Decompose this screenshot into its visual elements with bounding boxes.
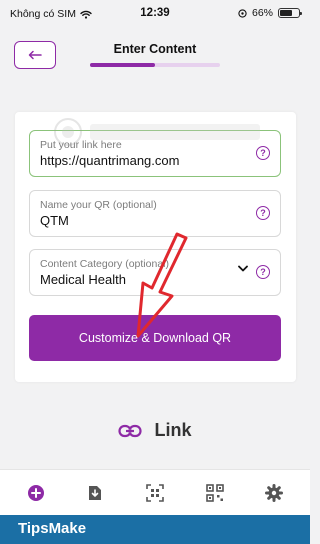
qr-name-field[interactable]: Name your QR (optional) QTM ? (29, 190, 281, 237)
bottom-tab-bar (0, 469, 310, 515)
plus-circle-icon[interactable] (27, 484, 45, 502)
back-button[interactable] (14, 41, 56, 69)
link-icon (118, 424, 143, 437)
battery-percent: 66% (251, 7, 273, 19)
qr-scan-icon[interactable] (146, 484, 164, 502)
qr-name-value: QTM (40, 213, 69, 228)
link-section: Link (0, 420, 310, 441)
qr-name-help-icon[interactable]: ? (256, 206, 270, 220)
step-progress-bar (90, 63, 220, 67)
category-help-icon[interactable]: ? (256, 265, 270, 279)
status-bar: Không có SIM 12:39 66% (0, 0, 310, 28)
battery-level (280, 10, 292, 16)
link-section-title: Link (154, 420, 192, 440)
link-help-icon[interactable]: ? (256, 146, 270, 160)
category-value: Medical Health (40, 272, 126, 287)
brand-logo-text: TipsMake (18, 520, 87, 537)
gear-icon[interactable] (265, 484, 283, 502)
status-right: 66% (238, 7, 302, 19)
customize-download-button[interactable]: Customize & Download QR (29, 315, 281, 361)
brand-footer: TipsMake (0, 515, 310, 544)
category-select[interactable]: Content Category (optional) Medical Heal… (29, 249, 281, 296)
download-doc-icon[interactable] (86, 484, 104, 502)
link-field-label: Put your link here (40, 139, 122, 151)
content-form-card: Put your link here https://quantrimang.c… (15, 112, 296, 382)
page-title: Enter Content (113, 42, 197, 56)
qr-grid-icon[interactable] (206, 484, 224, 502)
link-field-value: https://quantrimang.com (40, 153, 180, 168)
chevron-down-icon[interactable] (238, 265, 248, 272)
link-field[interactable]: Put your link here https://quantrimang.c… (29, 130, 281, 177)
step-progress-fill (90, 63, 155, 67)
category-label: Content Category (optional) (40, 258, 169, 270)
battery-icon (278, 8, 302, 18)
arrow-left-icon (28, 50, 42, 60)
qr-name-label: Name your QR (optional) (40, 199, 157, 211)
location-icon (238, 8, 247, 18)
